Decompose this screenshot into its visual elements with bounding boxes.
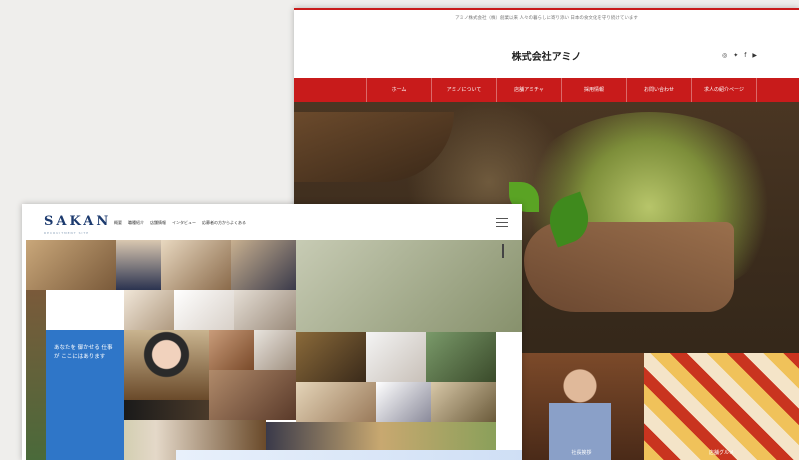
nav-item-about[interactable]: アミノについて: [431, 78, 496, 102]
tagline-text: あなたを 御かせる 仕事が ここにはあります: [54, 345, 113, 360]
recruitment-site-screenshot: SAKAN RECRUITMENT SITE 概要 職種紹介 店舗情報 インタビ…: [22, 204, 522, 460]
facebook-icon[interactable]: f: [744, 52, 746, 59]
recruit-nav-item[interactable]: 応募者の方からよくある: [202, 220, 246, 226]
youtube-icon[interactable]: ▶: [752, 52, 757, 59]
photo-collage: あなたを 御かせる 仕事が ここにはあります: [26, 240, 522, 460]
sushi-thumbnail[interactable]: 店舗グルメ: [644, 353, 799, 460]
main-nav: ホーム アミノについて 店舗アミチャ 採用情報 お問い合わせ 求人の紹介ページ: [294, 78, 799, 102]
nav-item-recruit[interactable]: 採用情報: [561, 78, 626, 102]
notice-bar: アミノ株式会社（株）創業以来 人々の暮らしに寄り添い 日本の食文化を守り続けてい…: [294, 10, 799, 28]
recruit-nav-item[interactable]: 職種紹介: [128, 220, 144, 226]
twitter-icon[interactable]: ✦: [733, 52, 738, 59]
thumbnail-caption: 店舗グルメ: [708, 450, 734, 456]
thumbnail-caption: 社長挨拶: [571, 450, 592, 456]
hamburger-menu-icon[interactable]: [496, 218, 508, 230]
nav-item-contact[interactable]: お問い合わせ: [626, 78, 691, 102]
japanese-room-photo: [296, 240, 522, 332]
site-header: 株式会社アミノ ◎ ✦ f ▶: [294, 28, 799, 78]
scroll-indicator[interactable]: [502, 244, 504, 258]
bottom-band: [176, 450, 522, 460]
nav-item-jobs[interactable]: 求人の紹介ページ: [691, 78, 757, 102]
president-thumbnail[interactable]: 社長挨拶: [519, 353, 644, 460]
recruit-nav-item[interactable]: インタビュー: [172, 220, 196, 226]
recruit-logo[interactable]: SAKAN: [44, 214, 111, 229]
social-links: ◎ ✦ f ▶: [722, 52, 757, 59]
recruit-nav-item[interactable]: 概要: [114, 220, 122, 226]
nav-item-stores[interactable]: 店舗アミチャ: [496, 78, 561, 102]
nav-item-home[interactable]: ホーム: [366, 78, 431, 102]
recruit-logo-sub: RECRUITMENT SITE: [44, 231, 90, 235]
recruit-header: SAKAN RECRUITMENT SITE 概要 職種紹介 店舗情報 インタビ…: [22, 204, 522, 240]
recruit-nav-item[interactable]: 店舗情報: [150, 220, 166, 226]
recruit-nav: 概要 職種紹介 店舗情報 インタビュー 応募者の方からよくある: [114, 220, 246, 226]
tagline-box: あなたを 御かせる 仕事が ここにはあります: [46, 330, 124, 460]
instagram-icon[interactable]: ◎: [722, 52, 727, 59]
feature-thumbnails: 社長挨拶 店舗グルメ: [519, 353, 799, 460]
